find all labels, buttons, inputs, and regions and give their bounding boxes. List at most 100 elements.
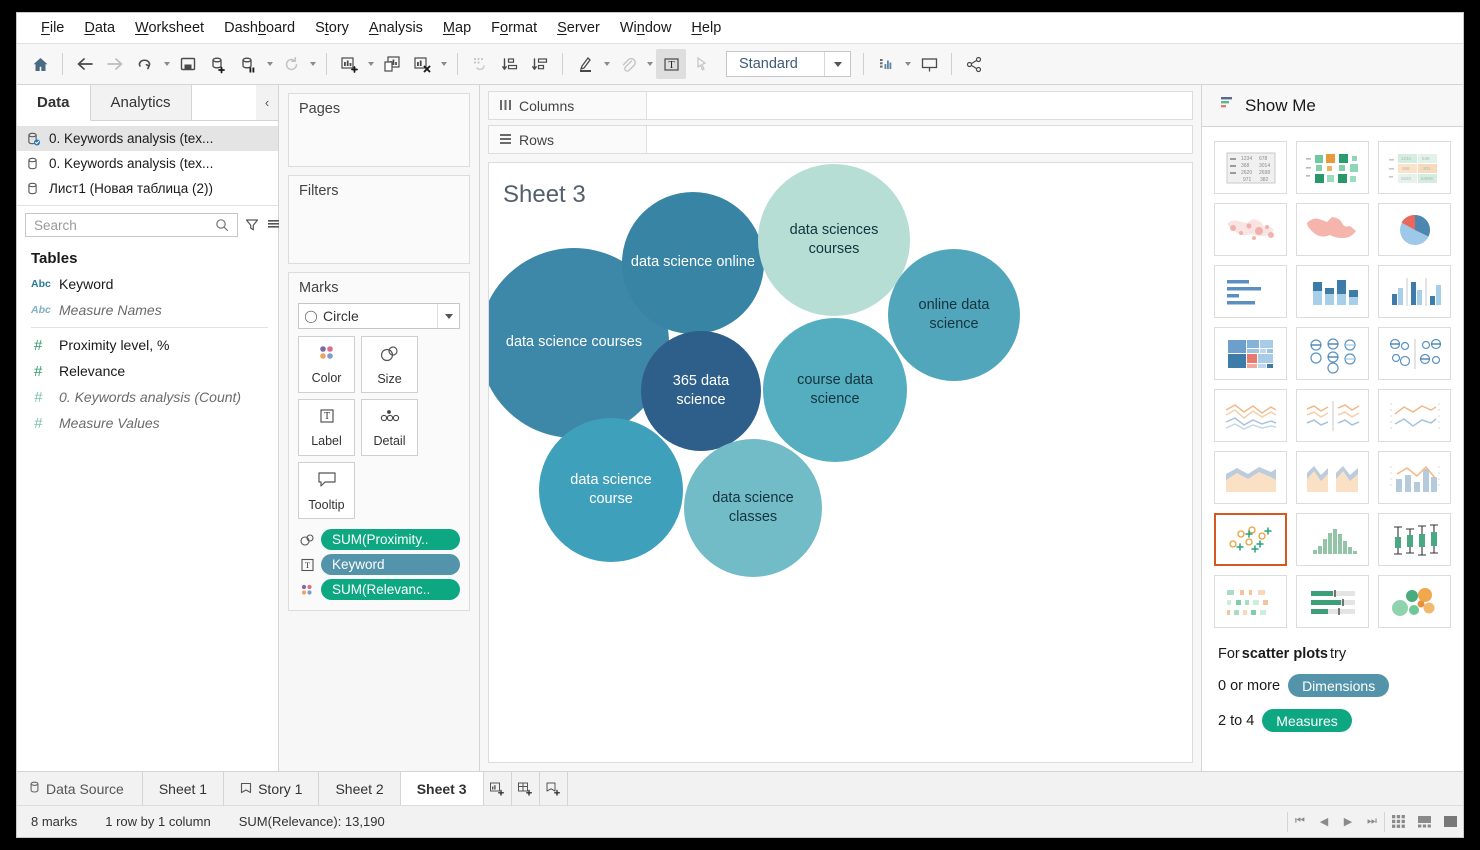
redo-icon[interactable]: [130, 49, 160, 79]
show-me-packed-bubbles[interactable]: [1378, 575, 1451, 628]
show-me-scatter-plot[interactable]: [1214, 513, 1287, 566]
search-input[interactable]: [34, 218, 211, 233]
mark-property-label[interactable]: TLabel: [298, 399, 355, 456]
show-me-side-by-side-circles[interactable]: [1378, 327, 1451, 380]
new-story-icon[interactable]: [540, 772, 568, 805]
sort-descending-icon[interactable]: [525, 49, 555, 79]
show-me-heat-map[interactable]: [1296, 141, 1369, 194]
mark-property-size[interactable]: Size: [361, 336, 418, 393]
menu-server[interactable]: Server: [547, 18, 610, 38]
bubble-mark[interactable]: data science online: [622, 192, 764, 334]
fit-dropdown[interactable]: Standard: [726, 51, 851, 77]
refresh-dropdown-caret[interactable]: [306, 49, 319, 79]
sheet-tab-story-1[interactable]: Story 1: [224, 772, 319, 805]
duplicate-sheet-icon[interactable]: [377, 49, 407, 79]
highlighter-icon[interactable]: [570, 49, 600, 79]
save-icon[interactable]: [173, 49, 203, 79]
show-me-area-chart-discrete[interactable]: [1296, 451, 1369, 504]
bubble-mark[interactable]: 365 data science: [641, 331, 761, 451]
fix-axes-icon[interactable]: [686, 49, 716, 79]
clear-sheet-icon[interactable]: [407, 49, 437, 79]
filters-drop-zone[interactable]: [289, 203, 469, 263]
sort-ascending-icon[interactable]: [495, 49, 525, 79]
attachment-dropdown-caret[interactable]: [643, 49, 656, 79]
menu-help[interactable]: Help: [681, 18, 731, 38]
mark-pill[interactable]: SUM(Relevanc..: [321, 579, 460, 600]
menu-file[interactable]: File: [31, 18, 74, 38]
refresh-icon[interactable]: [276, 49, 306, 79]
collapse-pane-icon[interactable]: ‹: [256, 85, 278, 120]
show-me-pie-chart[interactable]: [1378, 203, 1451, 256]
bubble-mark[interactable]: data science classes: [684, 439, 822, 577]
split-view-icon[interactable]: [1411, 806, 1437, 837]
tab-data-source[interactable]: Data Source: [17, 772, 143, 805]
pause-data-source-icon[interactable]: [233, 49, 263, 79]
home-icon[interactable]: [25, 49, 55, 79]
show-me-stacked-bars[interactable]: [1296, 265, 1369, 318]
filter-funnel-icon[interactable]: [244, 214, 260, 236]
grid-view-icon[interactable]: [1385, 806, 1411, 837]
share-icon[interactable]: [959, 49, 989, 79]
menu-map[interactable]: Map: [433, 18, 481, 38]
bubble-mark[interactable]: data sciences courses: [758, 164, 910, 316]
last-page-icon[interactable]: ⏭: [1360, 806, 1384, 837]
show-me-side-by-side-bars[interactable]: [1378, 265, 1451, 318]
show-me-bullet-graph[interactable]: [1296, 575, 1369, 628]
menu-format[interactable]: Format: [481, 18, 547, 38]
pages-card[interactable]: Pages: [288, 93, 470, 167]
show-me-highlight-table[interactable]: 1234546368301262053890: [1378, 141, 1451, 194]
attachment-icon[interactable]: [613, 49, 643, 79]
new-worksheet-icon[interactable]: [334, 49, 364, 79]
show-me-dual-combination[interactable]: [1378, 451, 1451, 504]
rows-drop-zone[interactable]: [647, 126, 1192, 153]
show-me-horizontal-bars[interactable]: [1214, 265, 1287, 318]
menu-data[interactable]: Data: [74, 18, 125, 38]
mark-pill[interactable]: Keyword: [321, 554, 460, 575]
show-me-gantt-chart[interactable]: [1214, 575, 1287, 628]
columns-drop-zone[interactable]: [647, 92, 1192, 119]
presentation-mode-icon[interactable]: [914, 49, 944, 79]
menu-window[interactable]: Window: [610, 18, 682, 38]
search-input-wrapper[interactable]: [25, 213, 238, 237]
new-data-source-icon[interactable]: [203, 49, 233, 79]
show-mark-labels-icon[interactable]: T: [656, 49, 686, 79]
bubble-mark[interactable]: course data science: [763, 318, 907, 462]
dimension-field-1[interactable]: AbcMeasure Names: [17, 297, 278, 323]
swap-rows-columns-icon[interactable]: [465, 49, 495, 79]
measure-field-1[interactable]: #Relevance: [17, 358, 278, 384]
columns-shelf[interactable]: Columns: [488, 91, 1193, 120]
show-hide-cards-icon[interactable]: [871, 49, 901, 79]
redo-dropdown-caret[interactable]: [160, 49, 173, 79]
sheet-tab-sheet-2[interactable]: Sheet 2: [319, 772, 400, 805]
fit-dropdown-caret[interactable]: [824, 52, 850, 76]
show-me-filled-map[interactable]: [1296, 203, 1369, 256]
mark-pill[interactable]: SUM(Proximity..: [321, 529, 460, 550]
menu-worksheet[interactable]: Worksheet: [125, 18, 214, 38]
filters-card[interactable]: Filters: [288, 175, 470, 264]
measure-field-2[interactable]: #0. Keywords analysis (Count): [17, 384, 278, 410]
show-me-text-table[interactable]: 1234678368301426202698971382: [1214, 141, 1287, 194]
pages-drop-zone[interactable]: [289, 121, 469, 166]
bubble-mark[interactable]: online data science: [888, 249, 1020, 381]
pause-dropdown-caret[interactable]: [263, 49, 276, 79]
show-me-lines-discrete[interactable]: [1296, 389, 1369, 442]
datasource-item-1[interactable]: 0. Keywords analysis (tex...: [17, 151, 278, 176]
datasource-item-2[interactable]: Лист1 (Новая таблица (2)): [17, 176, 278, 201]
highlighter-dropdown-caret[interactable]: [600, 49, 613, 79]
dimension-field-0[interactable]: AbcKeyword: [17, 271, 278, 297]
show-me-header[interactable]: Show Me: [1202, 85, 1463, 127]
show-me-histogram[interactable]: [1296, 513, 1369, 566]
show-me-circle-views[interactable]: [1296, 327, 1369, 380]
sheet-tab-sheet-3[interactable]: Sheet 3: [401, 772, 484, 805]
new-worksheet-dropdown-caret[interactable]: [364, 49, 377, 79]
bubble-mark[interactable]: data science course: [539, 418, 683, 562]
menu-story[interactable]: Story: [305, 18, 359, 38]
clear-dropdown-caret[interactable]: [437, 49, 450, 79]
mark-type-dropdown[interactable]: ◯ Circle: [298, 303, 460, 329]
measure-field-3[interactable]: #Measure Values: [17, 410, 278, 436]
previous-page-icon[interactable]: ◀: [1312, 806, 1336, 837]
forward-icon[interactable]: [100, 49, 130, 79]
measure-field-0[interactable]: #Proximity level, %: [17, 332, 278, 358]
mark-property-color[interactable]: Color: [298, 336, 355, 393]
worksheet-canvas[interactable]: Sheet 3 data science coursesdata science…: [488, 162, 1193, 763]
